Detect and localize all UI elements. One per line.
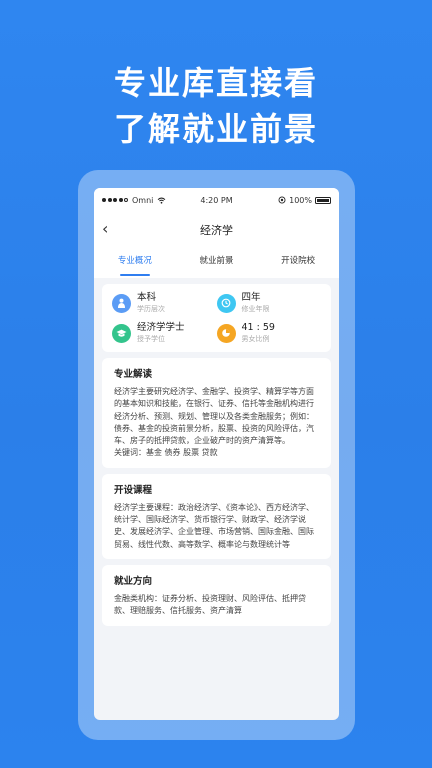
stat-duration: 四年 修业年限 bbox=[216, 292, 322, 314]
nav-bar: ‹ 经济学 bbox=[94, 212, 339, 248]
stat-label: 修业年限 bbox=[241, 305, 270, 313]
section-body: 经济学主要课程：政治经济学、《资本论》、西方经济学、统计学、国际经济学、货币银行… bbox=[114, 502, 314, 549]
tab-overview[interactable]: 专业概况 bbox=[94, 248, 176, 278]
section-title: 专业解读 bbox=[114, 369, 153, 380]
battery-icon bbox=[315, 196, 331, 204]
section-title: 开设课程 bbox=[114, 484, 153, 496]
back-arrow-icon[interactable]: ‹ bbox=[102, 221, 108, 237]
stat-degree-level: 本科 学历层次 bbox=[112, 292, 217, 314]
stat-value: 经济学学士 bbox=[137, 322, 185, 333]
stat-value: 四年 bbox=[241, 292, 261, 303]
tab-bar: 专业概况 就业前景 开设院校 bbox=[94, 248, 339, 278]
section-title: 就业方向 bbox=[114, 575, 153, 587]
stat-gender-ratio: 41 : 59 男女比例 bbox=[216, 322, 322, 344]
section-keywords: 关键词：基金 债券 股票 贷款 bbox=[114, 448, 218, 458]
status-bar: Omni 4:20 PM 100% bbox=[94, 188, 339, 212]
page-title: 经济学 bbox=[200, 224, 233, 237]
stats-card: 本科 学历层次 四年 修业年限 经济学学士 授予学位 41: 59 男女比例 bbox=[102, 284, 331, 352]
stat-value: 本科 bbox=[137, 292, 157, 303]
headline-line-2: 了解就业前景 bbox=[113, 110, 318, 148]
stat-degree: 经济学学士 授予学位 bbox=[112, 322, 217, 344]
stat-label: 授予学位 bbox=[137, 335, 165, 343]
tab-employment[interactable]: 就业前景 bbox=[176, 248, 258, 278]
person-icon bbox=[112, 293, 131, 313]
section-major-intro: 专业解读 经济学主要研究经济学、金融学、投资学、精算学等方面的基本知识和技能，在… bbox=[102, 358, 331, 468]
section-career: 就业方向 金融类机构：证券分析、投资理财、风险评估、抵押贷款、理赔服务、信托服务… bbox=[102, 564, 331, 626]
graduation-cap-icon bbox=[112, 323, 131, 343]
pie-chart-icon bbox=[216, 323, 236, 343]
stat-label: 学历层次 bbox=[137, 305, 165, 313]
section-body: 经济学主要研究经济学、金融学、投资学、精算学等方面的基本知识和技能，在银行、证券… bbox=[114, 387, 314, 446]
tab-schools[interactable]: 开设院校 bbox=[257, 248, 339, 278]
section-body: 金融类机构：证券分析、投资理财、风险评估、抵押贷款、理赔服务、信托服务、资产清算 bbox=[114, 593, 306, 616]
status-time: 4:20 PM bbox=[200, 195, 233, 205]
stat-value: 41 : 59 bbox=[241, 322, 275, 333]
stat-label: 男女比例 bbox=[241, 335, 270, 343]
headline-line-1: 专业库直接看 bbox=[113, 64, 318, 102]
section-courses: 开设课程 经济学主要课程：政治经济学、《资本论》、西方经济学、统计学、国际经济学… bbox=[102, 473, 331, 559]
phone-screen: Omni 4:20 PM 100% ‹ 经济学 专业概况 就业前景 开设院校 本… bbox=[94, 188, 339, 720]
clock-icon bbox=[216, 293, 236, 313]
